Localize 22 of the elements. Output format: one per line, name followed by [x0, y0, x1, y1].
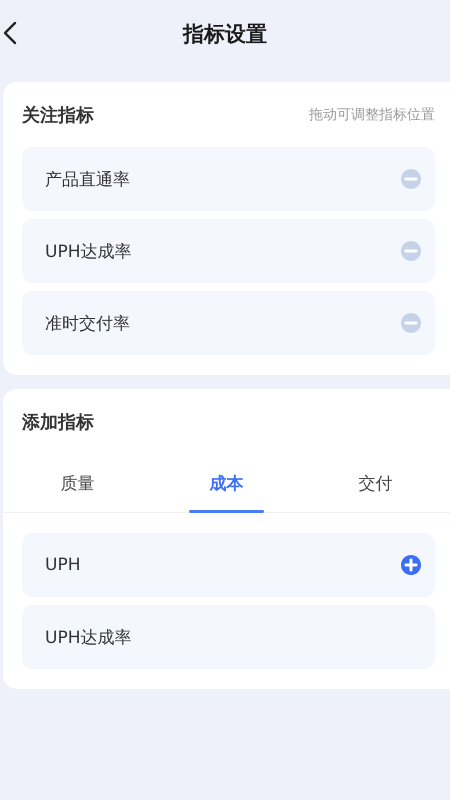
metric-label: UPH达成率 — [45, 240, 132, 262]
add-icon[interactable] — [401, 555, 421, 575]
category-tab[interactable]: 交付 — [301, 454, 450, 512]
remove-icon[interactable] — [401, 241, 421, 261]
remove-icon[interactable] — [401, 313, 421, 333]
category-tab[interactable]: 成本 — [152, 454, 301, 512]
metric-row[interactable]: UPH达成率 — [22, 219, 435, 283]
metric-label: UPH — [45, 555, 80, 575]
section-title: 添加指标 — [22, 410, 94, 434]
metric-row[interactable]: 产品直通率 — [22, 147, 435, 211]
remove-icon[interactable] — [401, 169, 421, 189]
page-title: 指标设置 — [183, 21, 267, 48]
hint-text: 拖动可调整指标位置 — [309, 106, 435, 124]
back-icon[interactable] — [3, 21, 17, 45]
metric-label: 准时交付率 — [45, 312, 130, 334]
section-title: 关注指标 — [22, 104, 94, 126]
metric-row[interactable]: UPH达成率 — [22, 605, 435, 669]
category-tab[interactable]: 质量 — [3, 454, 152, 512]
metric-label: UPH达成率 — [45, 626, 132, 648]
metric-label: 产品直通率 — [45, 168, 130, 190]
metric-row[interactable]: 准时交付率 — [22, 291, 435, 355]
metric-row[interactable]: UPH — [22, 533, 435, 597]
